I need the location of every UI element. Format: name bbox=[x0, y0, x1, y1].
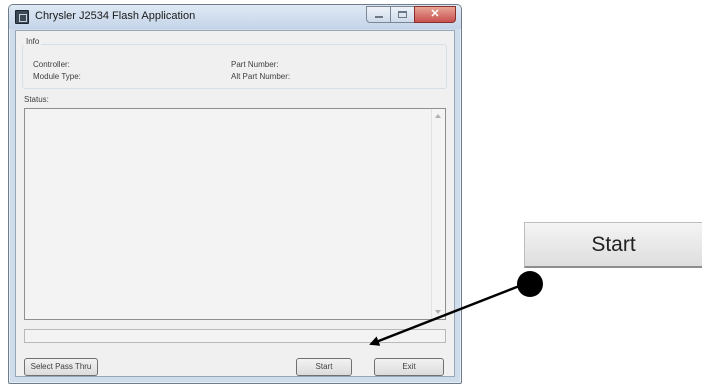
status-textbox[interactable] bbox=[24, 108, 446, 320]
scroll-down-icon[interactable] bbox=[435, 310, 441, 314]
select-pass-thru-button[interactable]: Select Pass Thru bbox=[24, 358, 98, 376]
flash-application-window: Chrysler J2534 Flash Application ✕ Contr… bbox=[8, 4, 462, 384]
maximize-button[interactable] bbox=[390, 6, 415, 23]
close-icon: ✕ bbox=[430, 8, 440, 20]
window-controls: ✕ bbox=[366, 6, 456, 23]
app-icon bbox=[15, 10, 29, 24]
close-button[interactable]: ✕ bbox=[414, 6, 456, 23]
minimize-icon bbox=[375, 16, 383, 18]
window-client-area: Controller: Module Type: Part Number: Al… bbox=[15, 30, 455, 377]
screenshot-canvas: Chrysler J2534 Flash Application ✕ Contr… bbox=[0, 0, 702, 390]
start-button[interactable]: Start bbox=[296, 358, 352, 376]
exit-button[interactable]: Exit bbox=[374, 358, 444, 376]
info-legend: Info bbox=[24, 37, 42, 46]
module-type-label: Module Type: bbox=[33, 72, 81, 81]
status-scrollbar[interactable] bbox=[431, 109, 445, 319]
minimize-button[interactable] bbox=[366, 6, 391, 23]
part-number-label: Part Number: bbox=[231, 60, 279, 69]
alt-part-number-label: Alt Part Number: bbox=[231, 72, 291, 81]
progress-bar bbox=[24, 329, 446, 343]
info-groupbox: Controller: Module Type: Part Number: Al… bbox=[22, 44, 447, 89]
title-bar[interactable]: Chrysler J2534 Flash Application ✕ bbox=[9, 5, 461, 29]
maximize-icon bbox=[398, 11, 407, 18]
start-button-zoomed: Start bbox=[524, 222, 702, 268]
window-title: Chrysler J2534 Flash Application bbox=[35, 10, 196, 22]
scroll-up-icon[interactable] bbox=[435, 114, 441, 118]
callout-marker-dot bbox=[517, 271, 543, 297]
status-label: Status: bbox=[24, 95, 49, 104]
controller-label: Controller: bbox=[33, 60, 70, 69]
